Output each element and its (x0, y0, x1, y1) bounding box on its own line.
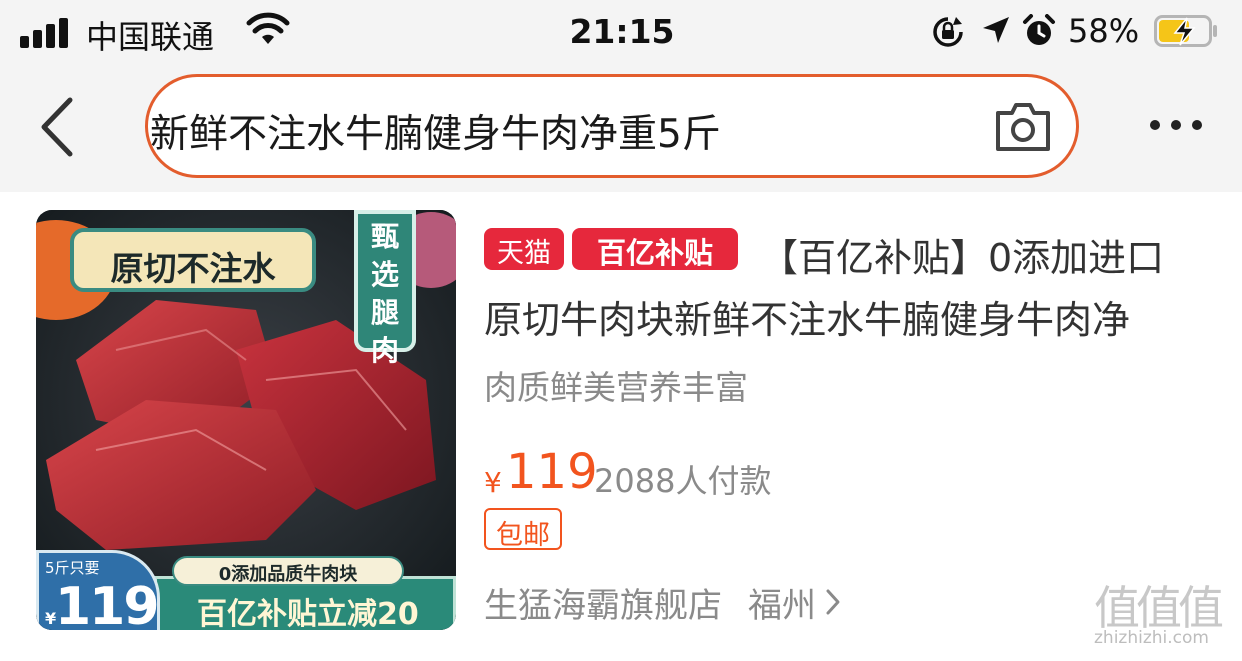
product-title-line1: 【百亿补贴】0添加进口 (760, 236, 1165, 280)
free-shipping-tag: 包邮 (484, 508, 562, 551)
image-price-badge: 5斤只要 ¥ 119 (36, 550, 160, 630)
image-badge-leg-meat: 甄选腿肉 (354, 210, 416, 367)
image-badge-no-water: 原切不注水 (70, 228, 316, 292)
search-query-text: 新鲜不注水牛腩健身牛肉净重5斤 (150, 112, 721, 157)
search-input[interactable]: 新鲜不注水牛腩健身牛肉净重5斤 (145, 74, 1079, 178)
product-title-line2: 原切牛肉块新鲜不注水牛腩健身牛肉净 (484, 298, 1131, 342)
more-dots-icon[interactable] (1146, 116, 1206, 136)
shop-name: 生猛海霸旗舰店 (484, 586, 722, 626)
status-bar: 中国联通 21:15 58% (0, 0, 1242, 68)
watermark-url: zhizhizhi.com (1094, 628, 1209, 648)
rotation-lock-icon (933, 17, 963, 47)
product-card[interactable]: 原切不注水 甄选腿肉 百亿补贴立减20 0添加品质牛肉块 5斤只要 ¥ 119 … (0, 192, 1242, 661)
location-arrow-icon (983, 17, 1009, 43)
product-image[interactable]: 原切不注水 甄选腿肉 百亿补贴立减20 0添加品质牛肉块 5斤只要 ¥ 119 (36, 210, 456, 630)
search-header: 新鲜不注水牛腩健身牛肉净重5斤 (0, 68, 1242, 192)
carrier-name: 中国联通 (86, 18, 215, 56)
chevron-right-icon (826, 589, 840, 615)
image-promo-bar: 百亿补贴立减20 0添加品质牛肉块 5斤只要 ¥ 119 (36, 540, 456, 630)
sales-count: 2088人付款 (594, 462, 772, 500)
alarm-icon (1023, 14, 1055, 45)
price-value: 119 (506, 444, 598, 500)
subsidy-badge: 百亿补贴 (572, 228, 738, 270)
chevron-left-icon[interactable] (34, 94, 82, 160)
watermark: 值值值 zhizhizhi.com (1094, 572, 1234, 652)
shop-city: 福州 (748, 586, 816, 626)
price-symbol: ¥ (484, 466, 502, 499)
wifi-icon (246, 12, 290, 44)
badge-side-text: 甄选腿肉 (370, 220, 399, 367)
clock: 21:15 (569, 12, 675, 51)
battery-charging-icon (1154, 15, 1217, 47)
battery-percent: 58% (1068, 12, 1140, 50)
camera-icon[interactable] (994, 99, 1052, 153)
tmall-badge: 天猫 (484, 228, 564, 270)
promo-tag: 0添加品质牛肉块 (172, 556, 404, 586)
product-subtitle: 肉质鲜美营养丰富 (484, 368, 748, 407)
signal-icon (20, 18, 72, 48)
